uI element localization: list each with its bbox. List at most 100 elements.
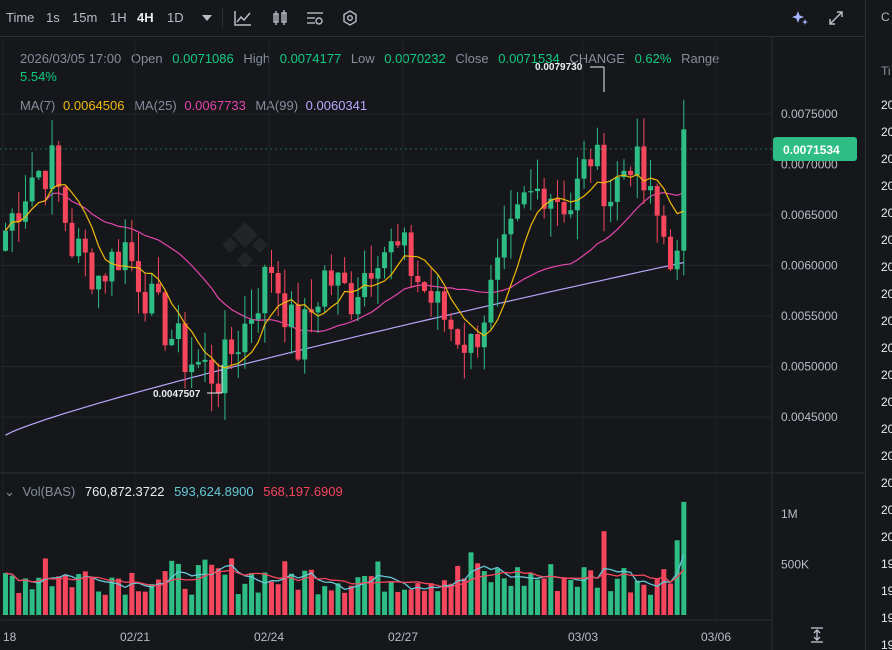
volume-bar: [22, 578, 28, 615]
candle-body: [229, 339, 235, 355]
candle-body: [435, 291, 441, 303]
volume-bar: [122, 594, 128, 615]
candle-body: [368, 273, 374, 279]
side-panel-row: 20: [881, 449, 892, 463]
candle-body: [668, 236, 673, 270]
volume-bar: [548, 564, 554, 615]
candle-body: [136, 261, 141, 292]
candle-body: [269, 266, 274, 273]
candle-body: [182, 323, 188, 373]
volume-bar: [448, 583, 454, 615]
price-axis-label: 0.0075000: [781, 107, 838, 121]
candle-body: [674, 250, 680, 270]
candle-body: [461, 344, 467, 353]
volume-bar: [9, 575, 15, 615]
candle-body: [69, 222, 75, 257]
volume-bar: [561, 577, 567, 615]
candle-body: [342, 272, 348, 284]
candle-body: [528, 191, 534, 193]
volume-bar: [594, 587, 600, 615]
candle-body: [195, 361, 201, 365]
candle-body: [209, 359, 215, 384]
candle-body: [162, 292, 168, 346]
volume-bar: [335, 583, 341, 615]
candle-body: [295, 304, 301, 360]
volume-bar: [348, 585, 354, 615]
candle-body: [574, 178, 580, 211]
volume-bar: [16, 592, 22, 615]
volume-bar: [388, 582, 394, 615]
watermark-logo: [222, 222, 268, 268]
ma99-line: [5, 261, 684, 436]
side-panel-row: 20: [881, 314, 892, 328]
volume-bar: [29, 589, 35, 615]
candle-body: [328, 270, 334, 286]
candle-body: [175, 323, 181, 340]
volume-bar: [215, 568, 221, 615]
volume-bar: [402, 589, 407, 615]
candle-body: [335, 272, 341, 286]
side-panel-subheader: Ti: [881, 64, 891, 78]
candle-body: [382, 252, 388, 269]
volume-bar: [189, 594, 195, 615]
volume-bar: [515, 567, 521, 615]
volume-axis-label: 1M: [781, 507, 798, 521]
volume-bar: [668, 583, 673, 615]
candle-body: [282, 293, 288, 328]
volume-bar: [628, 592, 634, 615]
candle-body: [388, 241, 394, 253]
axis-adjust-icon[interactable]: [809, 627, 825, 648]
side-panel-row: 20: [881, 287, 892, 301]
volume-bar: [501, 578, 507, 615]
volume-bar: [49, 586, 55, 615]
volume-bar: [42, 558, 48, 615]
volume-info: ⌄ Vol(BAS) 760,872.3722 593,624.8900 568…: [4, 484, 343, 500]
time-axis-label: 02/21: [120, 630, 150, 644]
volume-bar: [382, 591, 388, 615]
volume-bar: [362, 575, 368, 615]
volume-bar: [3, 573, 8, 615]
candle-body: [535, 188, 540, 192]
volume-bar: [408, 589, 414, 615]
candle-body: [568, 210, 574, 215]
candle-body: [448, 319, 454, 330]
volume-bar: [521, 585, 527, 615]
candle-body: [395, 241, 401, 246]
price-chart[interactable]: 0.00797300.00475070.00750000.00700000.00…: [0, 0, 865, 650]
volume-bar: [249, 573, 255, 615]
volume-bar: [421, 590, 427, 615]
price-axis-label: 0.0045000: [781, 410, 838, 424]
candle-body: [169, 339, 175, 346]
side-panel-row: 20: [881, 179, 892, 193]
candle-body: [648, 186, 654, 191]
volume-bar: [182, 588, 188, 615]
volume-bar: [89, 577, 95, 615]
price-axis-label: 0.0060000: [781, 259, 838, 273]
candle-body: [455, 329, 461, 345]
volume-bar: [235, 594, 241, 615]
candle-body: [89, 252, 95, 290]
candle-body: [322, 270, 328, 307]
volume-ma-value-1: 593,624.8900: [174, 484, 254, 499]
side-panel-header: C: [881, 10, 890, 24]
side-panel: C Ti 20 20 20 20 20 20 20 20 20 20 20 20 20 20 20 20 20 1…: [865, 0, 892, 650]
volume-bar: [435, 591, 441, 615]
side-panel-row: 20: [881, 368, 892, 382]
candle-body: [515, 204, 521, 219]
volume-bar: [262, 572, 268, 615]
candle-body: [288, 304, 294, 328]
candle-body: [428, 290, 434, 303]
volume-bar: [495, 568, 501, 615]
candle-body: [116, 251, 122, 271]
volume-bar: [508, 585, 514, 615]
side-panel-row: 20: [881, 98, 892, 112]
chevron-down-icon[interactable]: ⌄: [4, 484, 15, 499]
volume-bar: [654, 578, 660, 615]
candle-body: [96, 275, 102, 290]
volume-bar: [136, 591, 141, 615]
candle-body: [355, 297, 361, 315]
candle-body: [661, 215, 667, 237]
volume-bar: [102, 594, 108, 615]
candle-body: [222, 339, 228, 394]
candle-body: [421, 282, 427, 291]
